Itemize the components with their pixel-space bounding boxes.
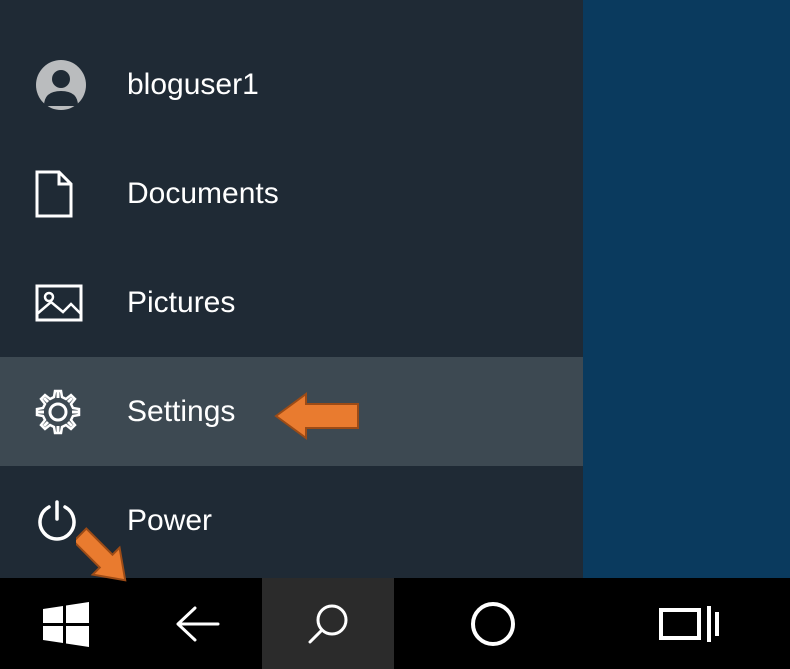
- gear-icon: [35, 389, 127, 435]
- start-button[interactable]: [0, 578, 131, 669]
- document-icon: [35, 170, 127, 218]
- task-view-button[interactable]: [591, 578, 789, 669]
- cortana-button[interactable]: [394, 578, 591, 669]
- desktop-background: [583, 0, 790, 578]
- back-arrow-icon: [173, 604, 221, 644]
- taskbar: [0, 578, 790, 669]
- menu-item-label: Documents: [127, 177, 279, 211]
- user-icon: [35, 59, 127, 111]
- cortana-circle-icon: [469, 600, 517, 648]
- search-button[interactable]: [262, 578, 394, 669]
- menu-item-pictures[interactable]: Pictures: [0, 248, 583, 357]
- windows-logo-icon: [41, 599, 91, 649]
- user-account-item[interactable]: bloguser1: [0, 30, 583, 139]
- menu-item-power[interactable]: Power: [0, 466, 583, 575]
- menu-item-documents[interactable]: Documents: [0, 139, 583, 248]
- pictures-icon: [35, 284, 127, 322]
- power-icon: [35, 499, 127, 543]
- menu-item-label: Pictures: [127, 286, 235, 320]
- user-label: bloguser1: [127, 68, 259, 102]
- start-menu-panel: bloguser1 Documents Pictures: [0, 0, 583, 578]
- menu-item-label: Settings: [127, 395, 235, 429]
- task-view-icon: [659, 602, 721, 646]
- back-button[interactable]: [131, 578, 262, 669]
- menu-item-settings[interactable]: Settings: [0, 357, 583, 466]
- menu-item-label: Power: [127, 504, 212, 538]
- search-icon: [306, 602, 350, 646]
